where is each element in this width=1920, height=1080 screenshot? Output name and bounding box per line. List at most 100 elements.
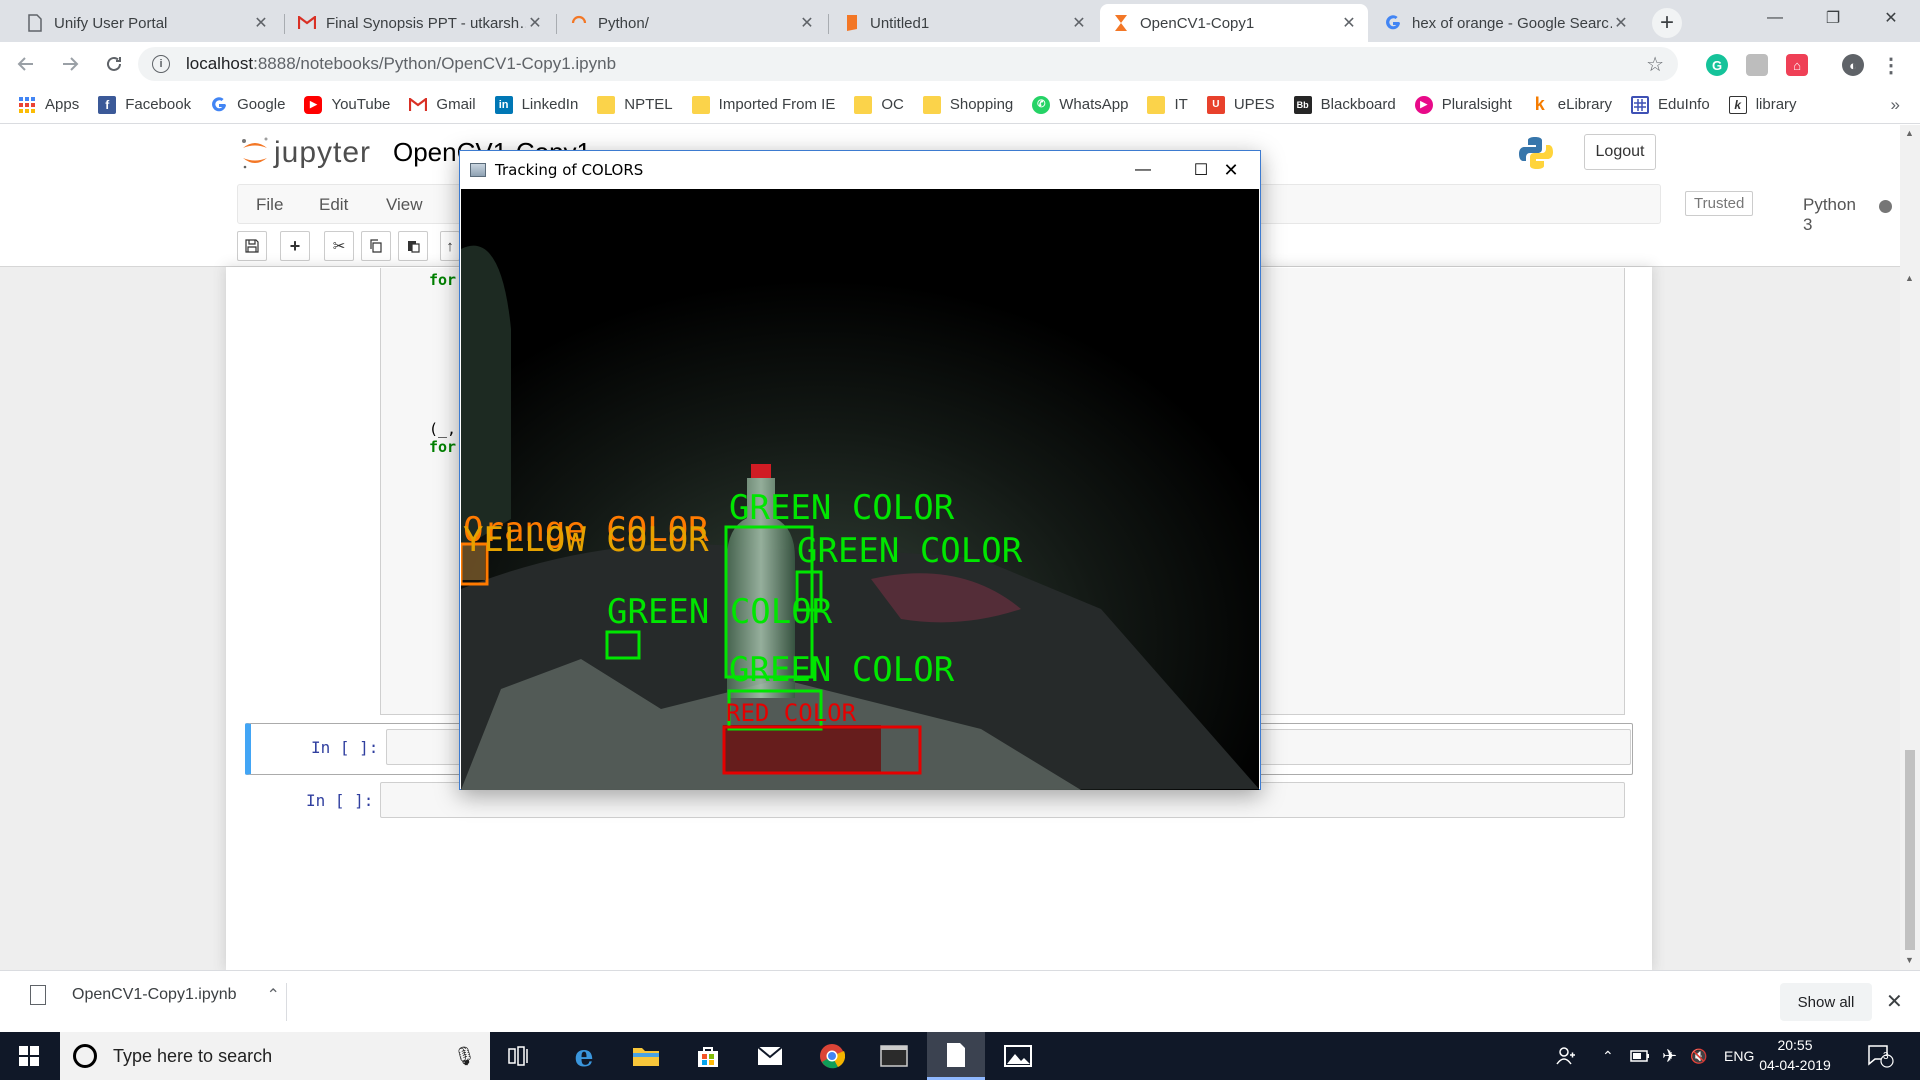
battery-icon[interactable] [1630,1032,1650,1080]
copy-button[interactable] [361,231,391,261]
bookmark-eduinfo[interactable]: EduInfo [1630,95,1710,114]
bookmark-youtube[interactable]: ▶ YouTube [304,95,390,114]
tab-close-icon[interactable]: ✕ [1612,13,1630,33]
close-icon[interactable]: ✕ [1862,0,1920,36]
bookmarks-overflow-icon[interactable]: » [1891,95,1900,115]
bookmark-nptel[interactable]: NPTEL [597,95,673,114]
bookmark-blackboard[interactable]: Bb Blackboard [1293,95,1396,114]
bookmark-label: library [1755,96,1797,113]
show-all-button[interactable]: Show all [1780,983,1872,1021]
arrow-right-icon [63,57,79,71]
extension-cube-icon[interactable] [1746,54,1768,76]
bookmark-library[interactable]: k library [1728,95,1797,114]
taskbar-file-explorer[interactable] [617,1032,675,1080]
action-center-icon[interactable]: 3 [1868,1032,1894,1080]
taskbar-mail[interactable] [741,1032,799,1080]
scroll-up-icon[interactable]: ▲ [1905,128,1914,138]
logout-button[interactable]: Logout [1584,134,1656,170]
move-up-button[interactable]: ↑ [440,231,460,261]
tab-close-icon[interactable]: ✕ [252,13,270,33]
bookmark-gmail[interactable]: Gmail [409,96,476,114]
bookmark-it[interactable]: IT [1147,95,1188,114]
airplane-mode-icon[interactable]: ✈ [1662,1032,1677,1080]
menu-view[interactable]: View [386,195,423,215]
taskbar-store[interactable] [679,1032,737,1080]
bookmark-google[interactable]: Google [210,96,285,114]
start-button[interactable] [0,1032,58,1080]
cut-button[interactable]: ✂ [324,231,354,261]
bookmark-upes[interactable]: U UPES [1206,95,1275,114]
minimize-icon[interactable]: — [1746,0,1804,36]
grammarly-icon[interactable]: G [1706,54,1728,76]
bookmark-apps[interactable]: Apps [18,96,79,114]
taskbar-chrome[interactable] [803,1032,861,1080]
taskbar-edge[interactable]: e [555,1032,613,1080]
taskbar-document-app[interactable] [927,1032,985,1080]
jupyter-logo[interactable]: jupyter [240,135,371,171]
download-file-name: OpenCV1-Copy1.ipynb [72,986,237,1003]
tab-close-icon[interactable]: ✕ [1340,13,1358,33]
new-tab-button[interactable]: + [1652,8,1682,38]
microphone-icon[interactable]: 🎙 [453,1046,476,1067]
close-icon[interactable]: ✕ [1202,151,1260,189]
chevron-up-icon[interactable]: ⌃ [267,985,280,1005]
insert-cell-button[interactable]: + [280,231,310,261]
address-bar[interactable]: i localhost:8888/notebooks/Python/OpenCV… [138,47,1678,81]
trusted-indicator[interactable]: Trusted [1685,191,1754,216]
bookmark-elibrary[interactable]: k eLibrary [1531,94,1612,114]
task-view-button[interactable] [490,1032,548,1080]
save-button[interactable] [237,231,267,261]
bookmark-star-icon[interactable]: ☆ [1646,52,1664,77]
tab-close-icon[interactable]: ✕ [1070,13,1088,33]
bookmark-shopping[interactable]: Shopping [922,95,1013,114]
bookmark-label: IT [1174,96,1188,113]
tab-unify-user-portal[interactable]: Unify User Portal ✕ [14,4,280,42]
page-scrollbar[interactable]: ▲ ▲ ▼ [1900,125,1920,970]
tab-final-synopsis[interactable]: Final Synopsis PPT - utkarsh… ✕ [286,4,554,42]
bookmark-whatsapp[interactable]: ✆ WhatsApp [1032,95,1128,114]
volume-muted-icon[interactable]: 🔇 [1690,1032,1707,1080]
site-info-icon[interactable]: i [152,55,170,73]
bookmark-linkedin[interactable]: in LinkedIn [494,95,578,114]
taskbar-search-box[interactable]: Type here to search 🎙 [60,1032,490,1080]
opencv-window-titlebar[interactable]: Tracking of COLORS — ☐ ✕ [460,151,1260,189]
taskbar-terminal[interactable] [865,1032,923,1080]
menu-edit[interactable]: Edit [319,195,348,215]
restore-icon[interactable]: ❐ [1804,0,1862,36]
clock-date: 04-04-2019 [1759,1057,1831,1073]
scrollbar-thumb[interactable] [1905,750,1915,950]
close-icon[interactable]: ✕ [1886,989,1903,1014]
taskbar-clock[interactable]: 20:55 04-04-2019 [1754,1035,1836,1075]
copy-icon [370,239,382,253]
back-button[interactable] [8,46,44,82]
tab-hex-of-orange[interactable]: hex of orange - Google Searc… ✕ [1372,4,1640,42]
download-item[interactable]: OpenCV1-Copy1.ipynb ⌃ [30,985,280,1005]
taskbar-photos[interactable] [989,1032,1047,1080]
browser-menu-icon[interactable]: ⋮ [1880,54,1902,77]
scroll-up-icon[interactable]: ▲ [1905,273,1914,283]
tab-python[interactable]: Python/ ✕ [558,4,826,42]
paste-button[interactable] [398,231,428,261]
tab-untitled1[interactable]: Untitled1 ✕ [830,4,1098,42]
opencv-window[interactable]: Tracking of COLORS — ☐ ✕ Orange COLOR YE… [459,150,1261,790]
profile-avatar[interactable]: ◐ [1842,54,1864,76]
minimize-icon[interactable]: — [1114,151,1172,189]
menu-file[interactable]: File [256,195,283,215]
input-language[interactable]: ENG [1724,1032,1754,1080]
people-icon[interactable] [1556,1032,1576,1080]
forward-button[interactable] [52,46,88,82]
scroll-down-icon[interactable]: ▼ [1905,955,1914,965]
pocket-icon[interactable]: ⌂ [1786,54,1808,76]
reload-button[interactable] [96,46,132,82]
tray-overflow-icon[interactable]: ⌃ [1602,1032,1614,1080]
tab-close-icon[interactable]: ✕ [798,13,816,33]
bookmark-facebook[interactable]: f Facebook [98,95,191,114]
google-icon [210,96,228,114]
bookmark-pluralsight[interactable]: ▶ Pluralsight [1414,95,1512,114]
tab-close-icon[interactable]: ✕ [526,13,544,33]
chrome-icon [820,1044,845,1069]
bookmark-imported-from-ie[interactable]: Imported From IE [691,95,835,114]
tab-opencv1-copy1[interactable]: OpenCV1-Copy1 ✕ [1100,4,1368,42]
bookmark-oc[interactable]: OC [854,95,904,114]
bookmark-label: Blackboard [1320,96,1396,113]
